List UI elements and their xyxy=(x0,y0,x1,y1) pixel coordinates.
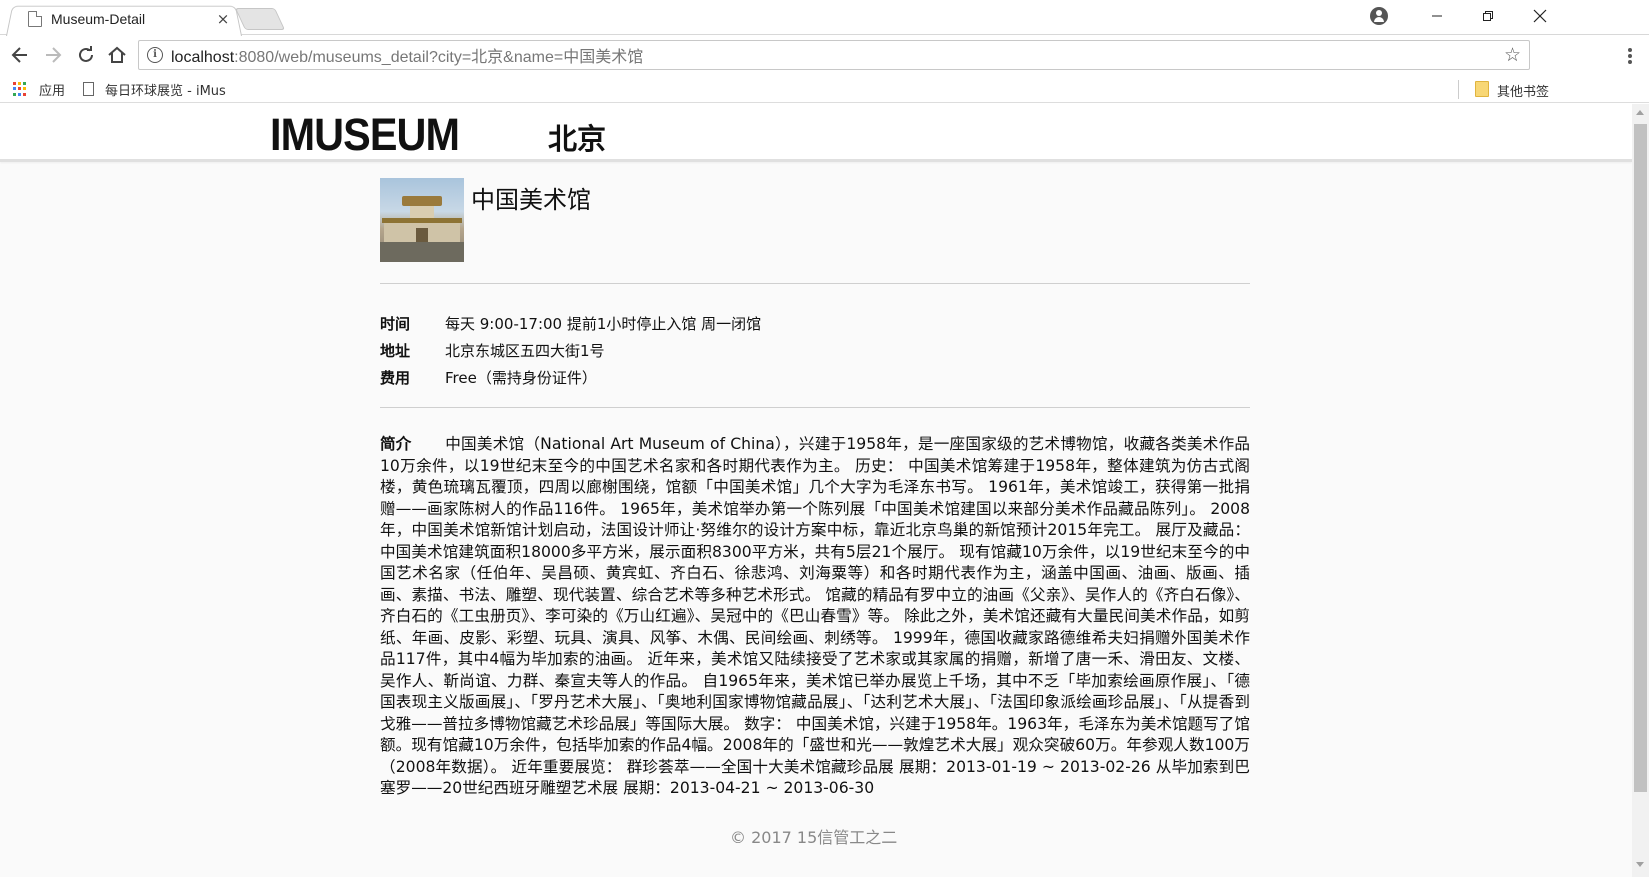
museum-name: 中国美术馆 xyxy=(471,186,591,214)
scroll-thumb[interactable] xyxy=(1634,124,1647,792)
tab-museum-detail[interactable]: Museum-Detail × xyxy=(14,4,239,34)
page-viewport: IMUSEUM 北京 中国美术馆 时间 每天 9:00-17:00 提前1小时停… xyxy=(0,104,1649,877)
browser-toolbar: i localhost:8080/web/museums_detail?city… xyxy=(0,36,1649,76)
time-value: 每天 9:00-17:00 提前1小时停止入馆 周一闭馆 xyxy=(445,315,762,333)
home-button[interactable] xyxy=(104,42,130,68)
apps-grid-icon[interactable] xyxy=(13,81,28,97)
page-favicon-icon xyxy=(28,11,42,27)
bookmark-imuseum[interactable]: 每日环球展览 - iMus xyxy=(105,80,235,99)
tab-strip: Museum-Detail × xyxy=(0,0,1649,36)
museum-header: 中国美术馆 xyxy=(380,178,1250,262)
info-row-time: 时间 每天 9:00-17:00 提前1小时停止入馆 周一闭馆 xyxy=(380,310,1250,337)
address-value: 北京东城区五四大街1号 xyxy=(445,342,605,360)
fee-label: 费用 xyxy=(380,369,411,387)
address-label: 地址 xyxy=(380,342,411,360)
close-window-button[interactable] xyxy=(1515,0,1565,32)
info-icon[interactable]: i xyxy=(147,47,163,63)
new-tab-button[interactable] xyxy=(234,8,286,30)
tab-title: Museum-Detail xyxy=(51,11,146,27)
time-label: 时间 xyxy=(380,315,411,333)
star-icon[interactable]: ☆ xyxy=(1504,44,1521,66)
restore-button[interactable] xyxy=(1463,0,1513,32)
home-icon xyxy=(108,46,126,63)
restore-icon xyxy=(1483,11,1493,21)
minimize-icon xyxy=(1432,15,1442,17)
url-host: localhost xyxy=(171,49,235,66)
scrollbar[interactable] xyxy=(1632,104,1649,877)
site-logo[interactable]: IMUSEUM xyxy=(270,112,460,158)
minimize-button[interactable] xyxy=(1412,0,1462,32)
info-row-fee: 费用 Free（需持身份证件） xyxy=(380,364,1250,391)
scroll-up-icon[interactable] xyxy=(1636,110,1644,115)
url-text[interactable]: localhost:8080/web/museums_detail?city=北… xyxy=(171,43,643,67)
museum-intro: 简介 中国美术馆（National Art Museum of China），兴建… xyxy=(380,408,1250,800)
address-bar[interactable]: i localhost:8080/web/museums_detail?city… xyxy=(138,40,1530,70)
museum-photo xyxy=(380,178,464,262)
folder-icon[interactable] xyxy=(1475,81,1489,97)
reload-button[interactable] xyxy=(73,42,99,68)
url-path: :8080/web/museums_detail?city=北京&name=中国… xyxy=(234,49,644,66)
intro-label: 简介 xyxy=(380,435,412,453)
forward-button[interactable] xyxy=(40,42,66,68)
arrow-right-icon xyxy=(46,47,62,63)
bookmark-apps[interactable]: 应用 xyxy=(39,80,65,99)
page-icon xyxy=(83,82,95,96)
reload-icon xyxy=(79,46,93,62)
bookmark-separator xyxy=(1458,80,1459,99)
close-icon xyxy=(1533,9,1547,23)
fee-value: Free（需持身份证件） xyxy=(445,369,597,387)
museum-detail: 中国美术馆 时间 每天 9:00-17:00 提前1小时停止入馆 周一闭馆 地址… xyxy=(380,178,1250,800)
info-row-address: 地址 北京东城区五四大街1号 xyxy=(380,337,1250,364)
city-title: 北京 xyxy=(548,122,607,156)
menu-dots-icon[interactable] xyxy=(1618,44,1642,68)
museum-info: 时间 每天 9:00-17:00 提前1小时停止入馆 周一闭馆 地址 北京东城区… xyxy=(380,284,1250,407)
intro-text: 中国美术馆（National Art Museum of China），兴建于1… xyxy=(380,435,1250,797)
footer-copyright: © 2017 15信管工之二 xyxy=(730,828,898,847)
scroll-down-icon[interactable] xyxy=(1636,862,1644,867)
tab-close-icon[interactable]: × xyxy=(215,11,231,27)
site-header: IMUSEUM 北京 xyxy=(0,104,1632,162)
bookmark-other[interactable]: 其他书签 xyxy=(1497,81,1549,100)
profile-icon[interactable] xyxy=(1370,7,1388,25)
back-button[interactable] xyxy=(7,42,33,68)
bookmarks-bar: 应用 每日环球展览 - iMus 其他书签 xyxy=(0,76,1649,103)
arrow-left-icon xyxy=(11,47,27,63)
